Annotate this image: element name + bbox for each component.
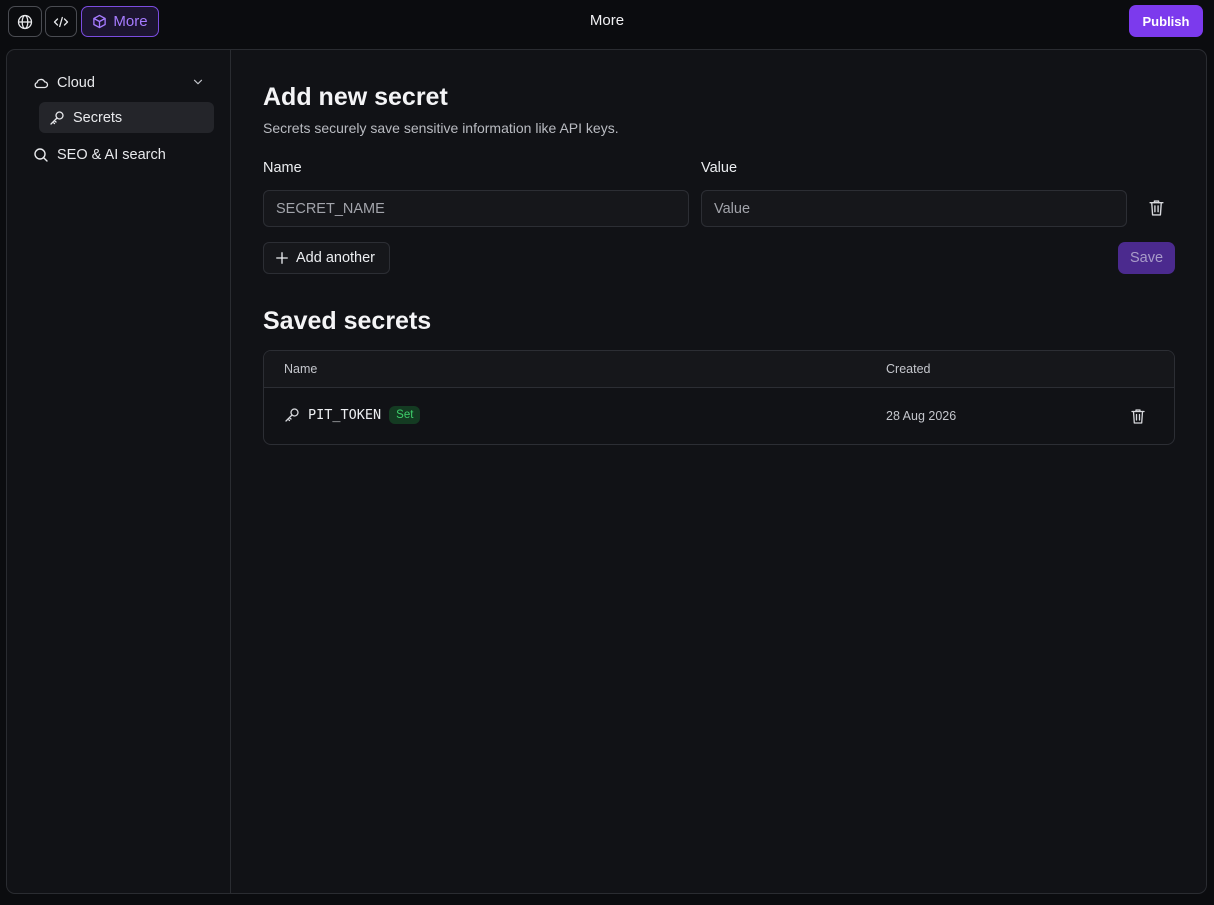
secret-name-cell: PIT_TOKEN Set (284, 406, 421, 424)
add-another-button[interactable]: Add another (263, 242, 390, 274)
secret-name-input[interactable] (263, 190, 689, 227)
table-header: Name Created (264, 351, 1174, 388)
key-icon (49, 110, 65, 126)
form-title: Add new secret (263, 83, 448, 111)
status-badge: Set (389, 406, 421, 424)
key-icon (284, 407, 300, 423)
save-button[interactable]: Save (1118, 242, 1175, 274)
plus-icon (275, 251, 289, 265)
secret-value-input[interactable] (701, 190, 1127, 227)
trash-icon[interactable] (1148, 199, 1165, 217)
sidebar-item-label: Secrets (73, 109, 123, 126)
secret-name: PIT_TOKEN (308, 407, 382, 423)
chevron-down-icon[interactable] (191, 75, 205, 89)
column-header-name: Name (284, 362, 318, 376)
sidebar-item-cloud[interactable]: Cloud (33, 72, 205, 94)
sidebar: Cloud Secrets SEO & AI search (7, 50, 231, 893)
value-label: Value (701, 160, 738, 176)
main-panel: Cloud Secrets SEO & AI search Add new se… (6, 49, 1207, 894)
sidebar-item-secrets[interactable]: Secrets (39, 102, 214, 133)
sidebar-item-label: SEO & AI search (57, 147, 166, 163)
publish-button[interactable]: Publish (1129, 5, 1203, 37)
form-subtitle: Secrets securely save sensitive informat… (263, 120, 619, 136)
sidebar-item-seo[interactable]: SEO & AI search (33, 144, 166, 166)
sidebar-item-label: Cloud (57, 75, 95, 91)
saved-secrets-title: Saved secrets (263, 307, 432, 335)
page-title: More (589, 12, 625, 29)
column-header-created: Created (886, 362, 931, 376)
delete-secret-icon[interactable] (1130, 408, 1146, 425)
table-row: PIT_TOKEN Set 28 Aug 2026 (264, 388, 1174, 444)
saved-secrets-table: Name Created PIT_TOKEN Set 28 Aug 2026 (263, 350, 1175, 445)
name-label: Name (263, 160, 302, 176)
created-date: 28 Aug 2026 (886, 409, 957, 423)
top-bar: More More Publish (0, 0, 1214, 42)
search-icon (33, 147, 49, 163)
add-another-label: Add another (296, 250, 376, 266)
cloud-icon (33, 75, 49, 91)
